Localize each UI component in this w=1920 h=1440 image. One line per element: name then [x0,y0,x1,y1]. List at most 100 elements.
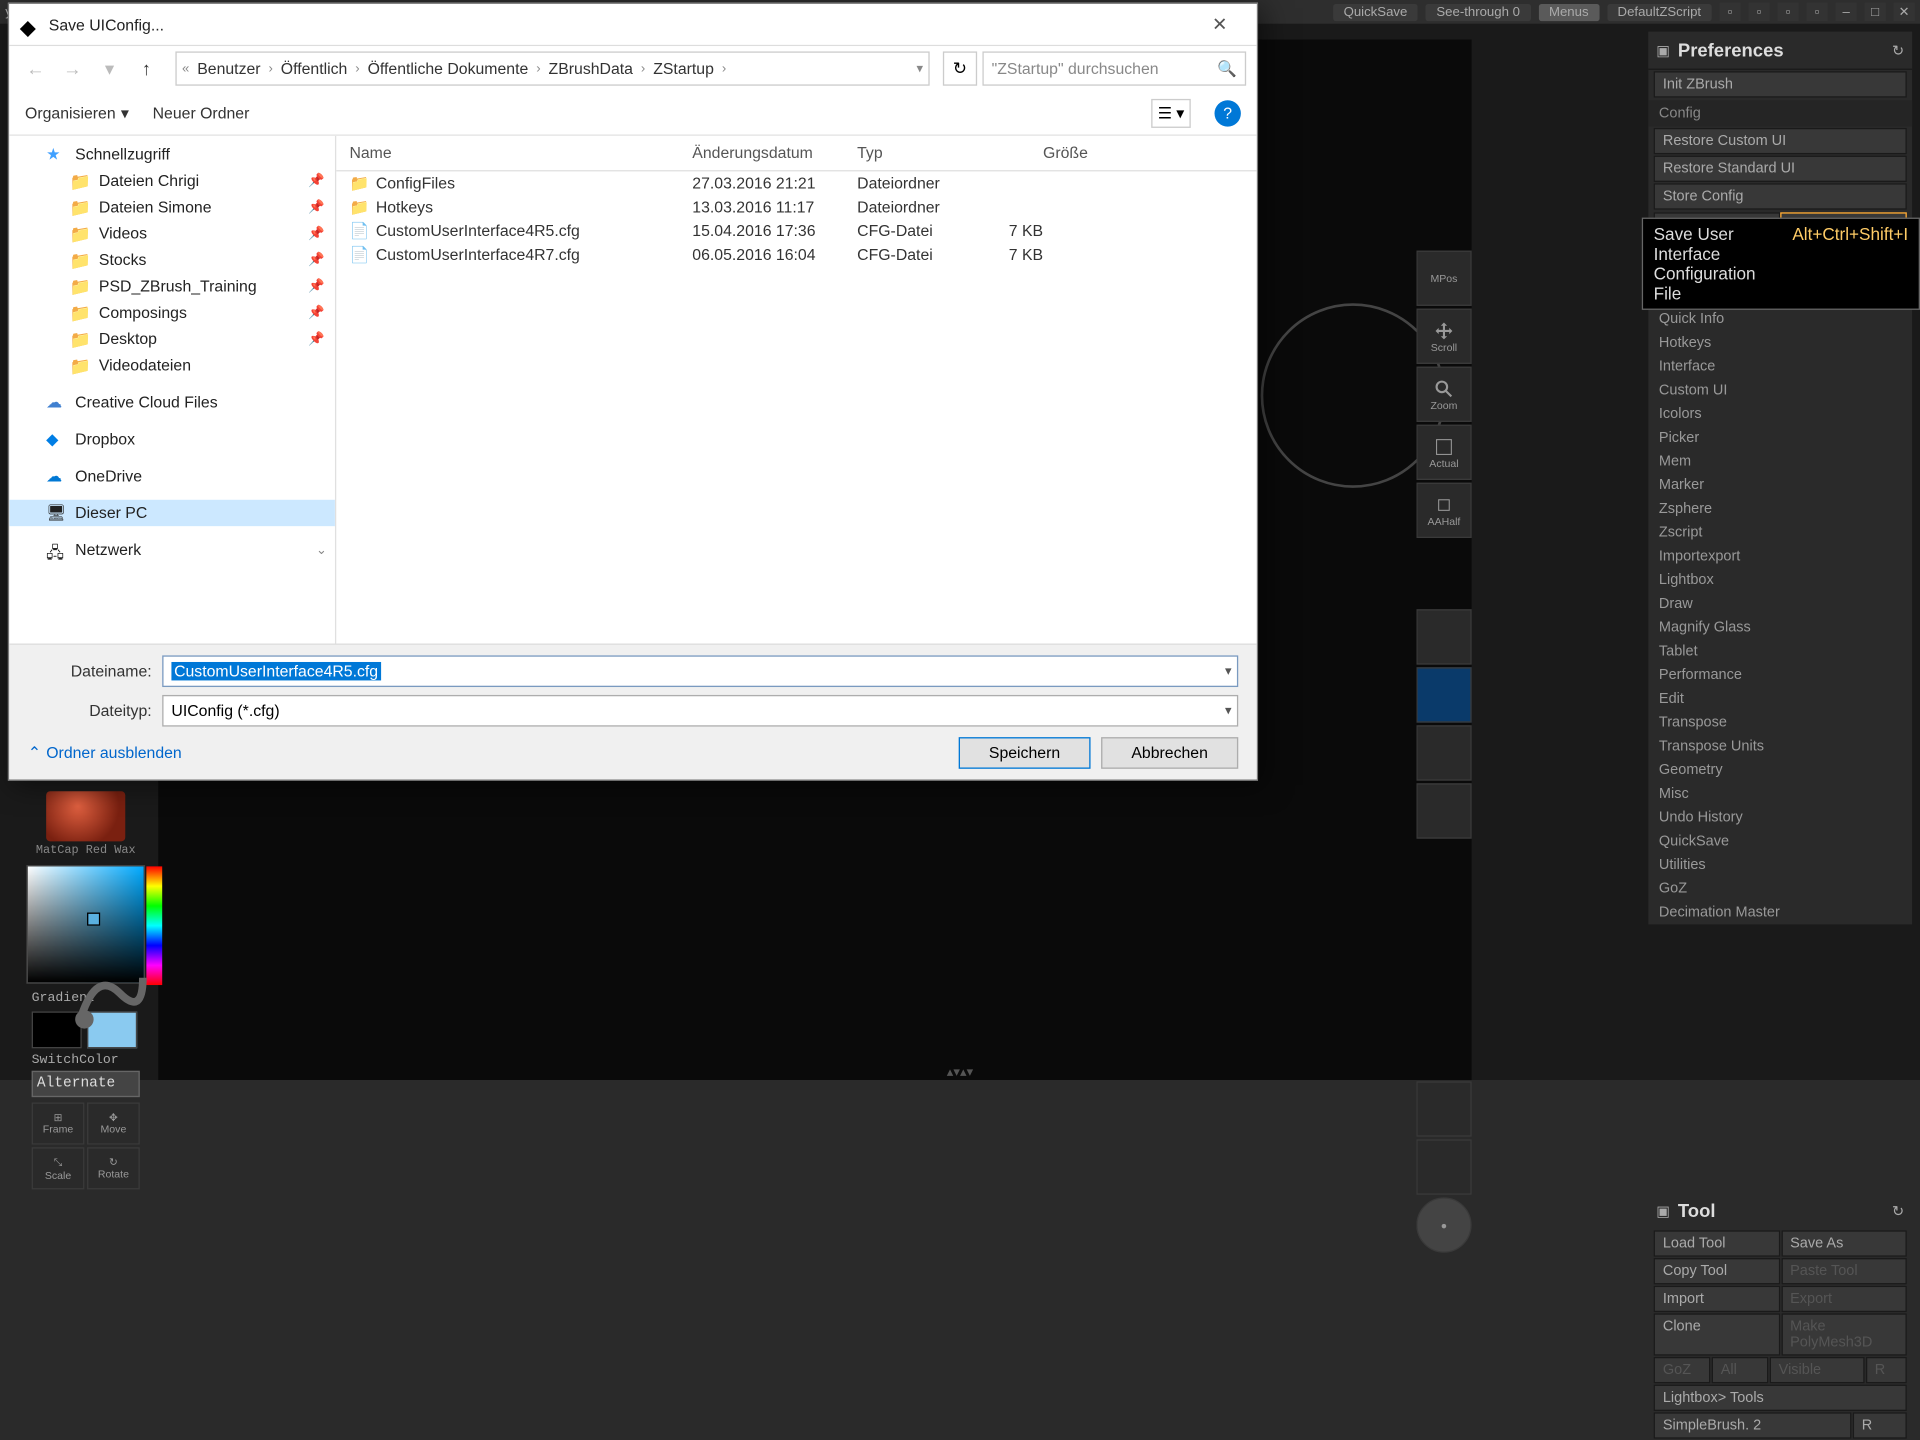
prefs-section-interface[interactable]: Interface [1648,355,1912,379]
prefs-section-edit[interactable]: Edit [1648,687,1912,711]
refresh-button[interactable]: ↻ [943,51,977,85]
column-date[interactable]: Änderungsdatum [679,144,844,162]
prefs-section-undo-history[interactable]: Undo History [1648,806,1912,830]
column-size[interactable]: Größe [996,144,1101,162]
copy-tool-button[interactable]: Copy Tool [1654,1258,1780,1284]
back-button[interactable]: ← [20,53,52,85]
r-toggle[interactable]: R [1853,1412,1907,1438]
window-icon-3[interactable]: ▫ [1778,3,1799,21]
window-icon-1[interactable]: ▫ [1720,3,1741,21]
prefs-section-importexport[interactable]: Importexport [1648,545,1912,569]
prefs-section-zscript[interactable]: Zscript [1648,521,1912,545]
sidebar-item[interactable]: Dateien Chrigi📌 [9,167,335,193]
tool-slot-1[interactable] [1416,609,1471,664]
restore-standard-ui-button[interactable]: Restore Standard UI [1654,156,1907,182]
refresh-icon[interactable]: ↻ [1892,1202,1904,1219]
save-as-button[interactable]: Save As [1781,1230,1907,1256]
prefs-section-marker[interactable]: Marker [1648,473,1912,497]
prefs-section-goz[interactable]: GoZ [1648,877,1912,901]
breadcrumb-item[interactable]: ZBrushData [541,59,641,77]
chevron-down-icon[interactable]: ▾ [1225,664,1232,679]
maximize-icon[interactable]: □ [1865,3,1886,21]
prefs-section-quicksave[interactable]: QuickSave [1648,829,1912,853]
prefs-section-quick-info[interactable]: Quick Info [1648,307,1912,331]
zoom-tool[interactable]: Zoom [1416,367,1471,422]
breadcrumb-item[interactable]: Öffentliche Dokumente [360,59,537,77]
restore-custom-ui-button[interactable]: Restore Custom UI [1654,128,1907,154]
save-button[interactable]: Speichern [959,737,1091,769]
menus-button[interactable]: Menus [1538,3,1599,20]
sidebar-item[interactable]: Composings📌 [9,299,335,325]
scheme-button[interactable]: DefaultZScript [1607,3,1712,20]
prefs-section-transpose-units[interactable]: Transpose Units [1648,735,1912,759]
panel-pin-icon[interactable]: ▣ [1656,42,1670,59]
breadcrumb-item[interactable]: Benutzer [189,59,268,77]
actual-tool[interactable]: Actual [1416,425,1471,480]
sidebar-item[interactable]: Videos📌 [9,220,335,246]
organize-button[interactable]: Organisieren ▾ [25,104,129,122]
move-button[interactable]: ✥Move [87,1102,140,1144]
new-folder-button[interactable]: Neuer Ordner [153,104,250,122]
breadcrumb-bar[interactable]: « Benutzer› Öffentlich› Öffentliche Doku… [175,51,929,85]
prefs-section-tablet[interactable]: Tablet [1648,640,1912,664]
switchcolor-button[interactable]: SwitchColor [32,1054,159,1069]
prefs-section-magnify-glass[interactable]: Magnify Glass [1648,616,1912,640]
prefs-section-utilities[interactable]: Utilities [1648,853,1912,877]
file-list-header[interactable]: Name Änderungsdatum Typ Größe [336,136,1256,172]
filetype-select[interactable]: UIConfig (*.cfg) ▾ [162,695,1238,727]
prefs-section-geometry[interactable]: Geometry [1648,758,1912,782]
tool-slot-active[interactable] [1416,667,1471,722]
sidebar-creative-cloud[interactable]: Creative Cloud Files [9,389,335,415]
minimize-icon[interactable]: – [1836,3,1857,21]
sidebar-item[interactable]: Dateien Simone📌 [9,194,335,220]
sidebar-dropbox[interactable]: Dropbox [9,426,335,452]
prefs-section-draw[interactable]: Draw [1648,592,1912,616]
refresh-icon[interactable]: ↻ [1892,42,1904,59]
sidebar-this-pc[interactable]: Dieser PC [9,500,335,526]
init-zbrush-button[interactable]: Init ZBrush [1654,71,1907,97]
quicksave-button[interactable]: QuickSave [1333,3,1418,20]
clone-button[interactable]: Clone [1654,1313,1780,1355]
sidebar-item[interactable]: Stocks📌 [9,247,335,273]
tool-slot-5[interactable] [1416,1139,1471,1194]
simple-brush[interactable]: SimpleBrush. 2 [1654,1412,1852,1438]
up-button[interactable]: ↑ [131,53,163,85]
view-mode-button[interactable]: ☰ ▾ [1151,98,1191,127]
file-row[interactable]: CustomUserInterface4R5.cfg15.04.2016 17:… [336,219,1256,243]
prefs-section-decimation-master[interactable]: Decimation Master [1648,901,1912,925]
recent-dropdown[interactable]: ▾ [94,53,126,85]
window-icon-4[interactable]: ▫ [1807,3,1828,21]
search-input[interactable]: "ZStartup" durchsuchen 🔍 [982,51,1246,85]
column-type[interactable]: Typ [844,144,996,162]
file-row[interactable]: ConfigFiles27.03.2016 21:21Dateiordner [336,171,1256,195]
tool-slot-3[interactable] [1416,783,1471,838]
tray-handle-icon[interactable]: ▴▾▴▾ [947,1065,973,1080]
scale-button[interactable]: ⤡Scale [32,1147,85,1189]
file-row[interactable]: Hotkeys13.03.2016 11:17Dateiordner [336,195,1256,219]
sidebar-item[interactable]: Videodateien [9,352,335,378]
sidebar-network[interactable]: Netzwerk⌄ [9,537,335,563]
sidebar-item[interactable]: Desktop📌 [9,326,335,352]
alternate-button[interactable]: Alternate [32,1071,140,1097]
column-name[interactable]: Name [336,144,679,162]
load-tool-button[interactable]: Load Tool [1654,1230,1780,1256]
frame-button[interactable]: ⊞Frame [32,1102,85,1144]
window-icon-2[interactable]: ▫ [1749,3,1770,21]
mpos-tool[interactable]: MPos [1416,251,1471,306]
store-config-button[interactable]: Store Config [1654,183,1907,209]
matcap-preview[interactable] [46,791,125,841]
prefs-section-transpose[interactable]: Transpose [1648,711,1912,735]
prefs-section-mem[interactable]: Mem [1648,450,1912,474]
solo-tool[interactable]: ● [1416,1197,1471,1252]
rotate-button[interactable]: ↻Rotate [87,1147,140,1189]
breadcrumb-root-icon[interactable]: « [182,61,189,76]
help-button[interactable]: ? [1215,100,1241,126]
aahalf-tool[interactable]: AAHalf [1416,483,1471,538]
prefs-section-performance[interactable]: Performance [1648,663,1912,687]
prefs-section-picker[interactable]: Picker [1648,426,1912,450]
chevron-down-icon[interactable]: ⌄ [316,543,327,558]
preferences-header[interactable]: ▣ Preferences ↻ [1648,32,1912,70]
prefs-section-misc[interactable]: Misc [1648,782,1912,806]
prefs-section-lightbox[interactable]: Lightbox [1648,568,1912,592]
lightbox-tools-button[interactable]: Lightbox> Tools [1654,1385,1907,1411]
